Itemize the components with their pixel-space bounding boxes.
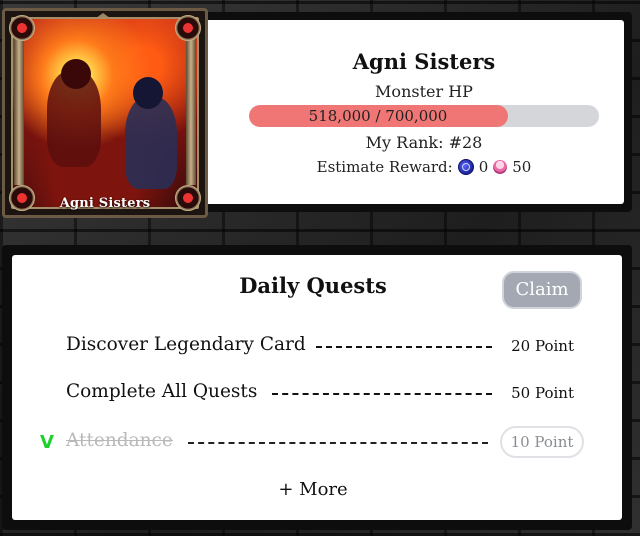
quest-dash-leader [272,393,492,395]
more-button[interactable]: + More [12,479,614,500]
daily-quests-panel: Daily Quests Claim Discover Legendary Ca… [2,245,632,530]
coin-icon [457,159,474,175]
boss-panel-inner: Agni Sisters Monster HP 518,000 / 700,00… [184,20,624,204]
boss-name: Agni Sisters [352,49,496,74]
sister-head-left [61,59,91,89]
boss-card[interactable]: Agni Sisters [2,8,208,218]
claim-button[interactable]: Claim [502,271,582,309]
quest-points: 20 Point [511,337,574,355]
quest-label: Attendance [66,430,173,451]
quest-row-completed: V Attendance 10 Point [12,423,614,463]
quest-label: Discover Legendary Card [66,334,306,355]
sister-head-right [133,77,163,109]
card-name: Agni Sisters [59,196,151,211]
quest-points-claimed[interactable]: 10 Point [500,426,584,458]
boss-info: Agni Sisters Monster HP 518,000 / 700,00… [224,20,624,176]
card-pillar-right [186,31,196,185]
sister-figure-right [125,97,177,189]
quest-row: Complete All Quests 50 Point [12,374,614,414]
checkmark-icon: V [40,432,54,453]
gem-icon [493,160,508,174]
reward-label: Estimate Reward: [316,158,453,176]
hp-text: 518,000 / 700,000 [308,107,448,125]
quest-row: Discover Legendary Card 20 Point [12,327,614,367]
flame-corner-icon [175,15,201,41]
hp-bar: 518,000 / 700,000 [249,105,599,127]
quest-label: Complete All Quests [66,381,258,402]
card-artwork [11,17,199,209]
quest-dash-leader [316,346,492,348]
daily-quests-inner: Daily Quests Claim Discover Legendary Ca… [12,255,622,520]
quest-dash-leader [188,442,488,444]
quest-points: 50 Point [511,384,574,402]
reward-coin-value: 0 [478,158,489,176]
boss-panel: Agni Sisters Monster HP 518,000 / 700,00… [176,12,632,212]
flame-corner-icon [9,15,35,41]
card-pillar-left [14,31,24,185]
monster-hp-label: Monster HP [375,82,473,101]
estimate-reward: Estimate Reward: 0 50 [224,158,624,176]
reward-gem-value: 50 [512,158,532,176]
my-rank: My Rank: #28 [365,133,483,152]
